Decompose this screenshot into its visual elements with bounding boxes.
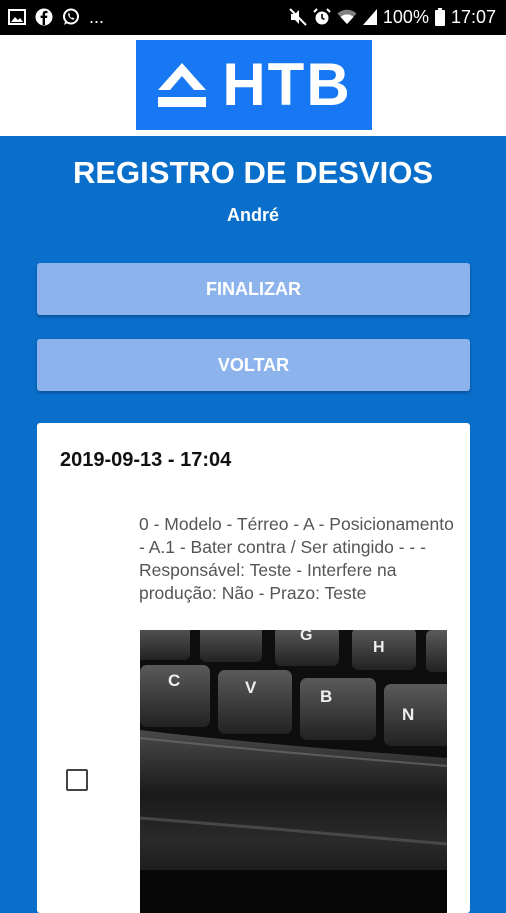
alarm-icon (313, 8, 331, 25)
record-photo: G H C V B N (140, 630, 447, 913)
wifi-icon (337, 9, 357, 24)
photo-key-label: V (245, 678, 257, 697)
mute-icon (289, 8, 307, 26)
more-notifications: ... (89, 7, 105, 27)
logo-text: HTB (222, 51, 352, 118)
status-bar-left: ... (8, 7, 104, 27)
facebook-icon (35, 8, 53, 26)
image-icon (8, 9, 26, 25)
record-card: 2019-09-13 - 17:04 0 - Modelo - Térreo -… (37, 423, 470, 913)
htb-logo: HTB (136, 40, 372, 130)
photo-key-label: H (373, 639, 385, 656)
back-button[interactable]: VOLTAR (37, 339, 470, 391)
keyboard-photo: G H C V B N (140, 630, 447, 913)
finalize-button[interactable]: FINALIZAR (37, 263, 470, 315)
clock: 17:07 (450, 7, 496, 27)
status-bar: ... 100% 17:07 (0, 0, 506, 35)
battery-icon (434, 8, 445, 26)
status-bar-right: 100% 17:07 (289, 7, 496, 27)
record-description: 0 - Modelo - Térreo - A - Posicionamento… (139, 514, 454, 603)
signal-icon (362, 9, 377, 25)
photo-key-label: B (320, 687, 332, 706)
record-checkbox[interactable] (66, 769, 88, 791)
logo-triangle-icon (158, 63, 207, 107)
battery-percent: 100% (382, 7, 429, 27)
whatsapp-icon (63, 8, 79, 25)
page-title: REGISTRO DE DESVIOS (72, 155, 433, 190)
photo-key-label: N (402, 705, 414, 724)
photo-key-label: C (168, 671, 180, 690)
record-datetime: 2019-09-13 - 17:04 (60, 449, 232, 471)
app-header: HTB (0, 35, 506, 136)
photo-key-label: G (300, 630, 312, 644)
user-name: André (226, 205, 279, 225)
